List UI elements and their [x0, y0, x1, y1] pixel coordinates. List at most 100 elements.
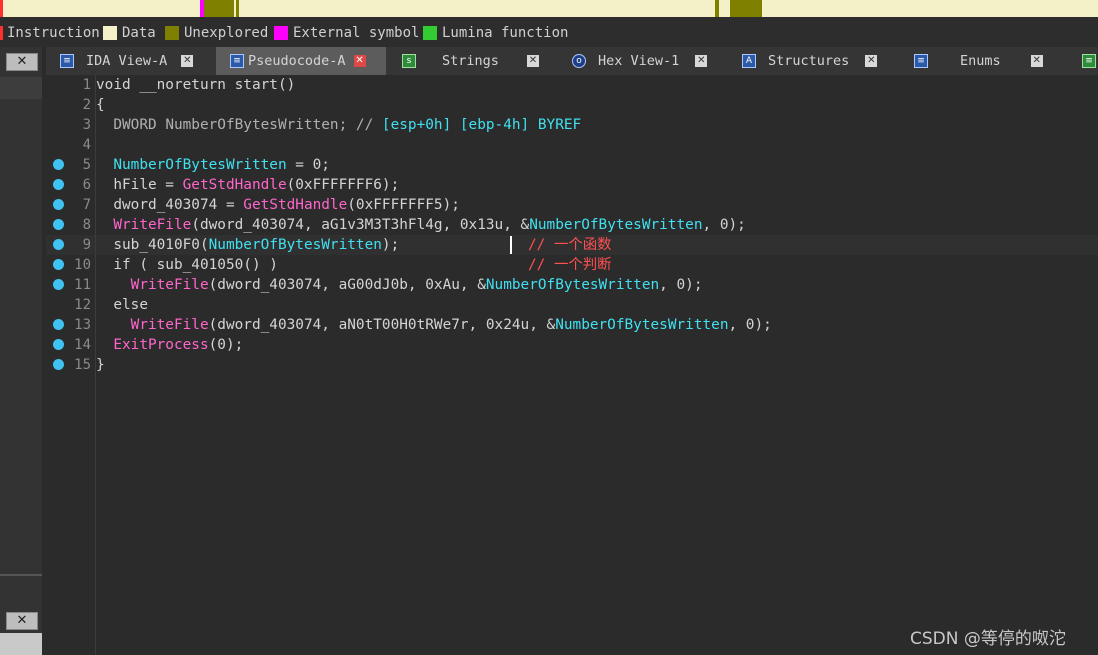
- tab-label: Strings: [442, 53, 499, 69]
- imports-icon: ≡: [1082, 54, 1096, 68]
- variable-name[interactable]: NumberOfBytesWritten: [555, 317, 728, 333]
- code-line-current[interactable]: 9 sub_4010F0(NumberOfBytesWritten); // 一…: [46, 235, 1098, 255]
- panel-close-button[interactable]: ✕: [6, 53, 38, 71]
- variable-name[interactable]: NumberOfBytesWritten: [486, 277, 659, 293]
- code-text: WriteFile(dword_403074, aG1v3M3T3hFl4g, …: [96, 215, 746, 235]
- code-token: void __noreturn: [96, 77, 235, 93]
- code-line[interactable]: 3 DWORD NumberOfBytesWritten; // [esp+0h…: [46, 115, 1098, 135]
- code-text: ExitProcess(0);: [96, 335, 243, 355]
- tab-close-icon[interactable]: ✕: [526, 55, 539, 67]
- legend-swatch: [274, 26, 288, 40]
- tab-close-icon[interactable]: ✕: [865, 55, 878, 67]
- tab-hex-view-1[interactable]: o Hex View-1 ✕: [572, 47, 708, 75]
- navigation-band[interactable]: [0, 0, 1098, 17]
- panel-header-strip: [0, 77, 42, 99]
- code-text: NumberOfBytesWritten = 0;: [96, 155, 330, 175]
- code-comment: // 一个函数: [528, 237, 612, 253]
- pseudocode-view[interactable]: 1 void __noreturn start() 2 { 3 DWORD Nu…: [46, 75, 1098, 655]
- line-gutter-divider: [46, 75, 96, 655]
- function-name[interactable]: GetStdHandle: [183, 177, 287, 193]
- tab-overflow[interactable]: ≡: [1082, 47, 1098, 75]
- code-line[interactable]: 6 hFile = GetStdHandle(0xFFFFFFF6);: [46, 175, 1098, 195]
- tab-close-icon[interactable]: ✕: [695, 55, 708, 67]
- code-line[interactable]: 2 {: [46, 95, 1098, 115]
- panel-bottom-strip: [0, 633, 42, 655]
- variable-name[interactable]: NumberOfBytesWritten: [529, 217, 702, 233]
- left-dock-panel: ✕ ✕: [0, 47, 42, 655]
- function-name[interactable]: start: [235, 77, 278, 93]
- code-text: hFile = GetStdHandle(0xFFFFFFF6);: [96, 175, 399, 195]
- panel-close-button[interactable]: ✕: [6, 612, 38, 630]
- legend-unexplored: Unexplored: [165, 23, 268, 43]
- variable-name[interactable]: NumberOfBytesWritten: [113, 157, 286, 173]
- text-cursor: [510, 236, 512, 254]
- legend-label: External symbol: [293, 25, 420, 41]
- legend-instruction: Instruction: [0, 23, 100, 43]
- tab-strings[interactable]: s Strings ✕: [402, 47, 539, 75]
- code-token: (0);: [208, 337, 244, 353]
- legend-data: Data: [103, 23, 156, 43]
- function-name[interactable]: ExitProcess: [113, 337, 208, 353]
- code-line[interactable]: 7 dword_403074 = GetStdHandle(0xFFFFFFF5…: [46, 195, 1098, 215]
- code-token: (dword_403074, aG00dJ0b, 0xAu, &: [208, 277, 486, 293]
- pseudocode-icon: ≡: [230, 54, 244, 68]
- legend-swatch: [103, 26, 117, 40]
- tab-ida-view-a[interactable]: ≡ IDA View-A ✕: [60, 47, 194, 75]
- legend-label: Instruction: [7, 25, 100, 41]
- function-name[interactable]: WriteFile: [131, 317, 209, 333]
- tab-close-icon[interactable]: ✕: [1030, 55, 1043, 67]
- code-line[interactable]: 10 if ( sub_401050() ) // 一个判断: [46, 255, 1098, 275]
- code-token: dword_403074 =: [96, 197, 244, 213]
- hex-view-icon: o: [572, 54, 586, 68]
- enums-icon: ≡: [914, 54, 928, 68]
- legend-label: Unexplored: [184, 25, 269, 41]
- code-token: (): [277, 77, 296, 93]
- code-line[interactable]: 8 WriteFile(dword_403074, aG1v3M3T3hFl4g…: [46, 215, 1098, 235]
- code-text: }: [96, 357, 105, 373]
- code-line[interactable]: 4: [46, 135, 1098, 155]
- code-token: hFile =: [96, 177, 183, 193]
- tab-pseudocode-a[interactable]: ≡ Pseudocode-A ✕: [216, 47, 386, 75]
- function-name[interactable]: WriteFile: [131, 277, 209, 293]
- code-token: );: [381, 237, 400, 253]
- tab-structures[interactable]: A Structures ✕: [742, 47, 878, 75]
- tab-bar: ≡ IDA View-A ✕ ≡ Pseudocode-A ✕ s String…: [46, 47, 1098, 75]
- code-text: else: [96, 297, 148, 313]
- legend-external-symbol: External symbol: [274, 23, 419, 43]
- code-token: (dword_403074, aG1v3M3T3hFl4g, 0x13u, &: [191, 217, 530, 233]
- code-token: sub_4010F0(: [96, 237, 209, 253]
- nav-segment-unexplored: [715, 0, 719, 17]
- code-line[interactable]: 12 else: [46, 295, 1098, 315]
- variable-name[interactable]: NumberOfBytesWritten: [165, 117, 338, 133]
- function-name[interactable]: GetStdHandle: [243, 197, 347, 213]
- code-token: ; //: [338, 117, 382, 133]
- code-text: DWORD NumberOfBytesWritten; // [esp+0h] …: [96, 115, 581, 135]
- watermark: CSDN @等停的呶沱: [910, 629, 1066, 649]
- code-line[interactable]: 13 WriteFile(dword_403074, aN0tT00H0tRWe…: [46, 315, 1098, 335]
- code-token: DWORD: [96, 117, 166, 133]
- tab-close-icon[interactable]: ✕: [353, 55, 366, 67]
- code-token: (dword_403074, aN0tT00H0tRWe7r, 0x24u, &: [208, 317, 556, 333]
- code-text: void __noreturn start(): [96, 75, 295, 95]
- tab-label: Pseudocode-A: [248, 53, 346, 69]
- function-name[interactable]: WriteFile: [113, 217, 191, 233]
- panel-divider: [0, 574, 42, 576]
- code-text: WriteFile(dword_403074, aG00dJ0b, 0xAu, …: [96, 275, 703, 295]
- code-line[interactable]: 11 WriteFile(dword_403074, aG00dJ0b, 0xA…: [46, 275, 1098, 295]
- code-text: if ( sub_401050() ): [96, 257, 278, 273]
- nav-segment-unexplored: [730, 0, 762, 17]
- code-line[interactable]: 15 }: [46, 355, 1098, 375]
- tab-label: IDA View-A: [86, 53, 168, 69]
- variable-name[interactable]: NumberOfBytesWritten: [209, 237, 382, 253]
- tab-enums[interactable]: ≡ Enums ✕: [914, 47, 1043, 75]
- tab-close-icon[interactable]: ✕: [181, 55, 194, 67]
- code-line[interactable]: 1 void __noreturn start(): [46, 75, 1098, 95]
- code-line[interactable]: 14 ExitProcess(0);: [46, 335, 1098, 355]
- code-token: , 0);: [659, 277, 703, 293]
- code-line[interactable]: 5 NumberOfBytesWritten = 0;: [46, 155, 1098, 175]
- structures-icon: A: [742, 54, 756, 68]
- code-text: sub_4010F0(NumberOfBytesWritten);: [96, 235, 399, 255]
